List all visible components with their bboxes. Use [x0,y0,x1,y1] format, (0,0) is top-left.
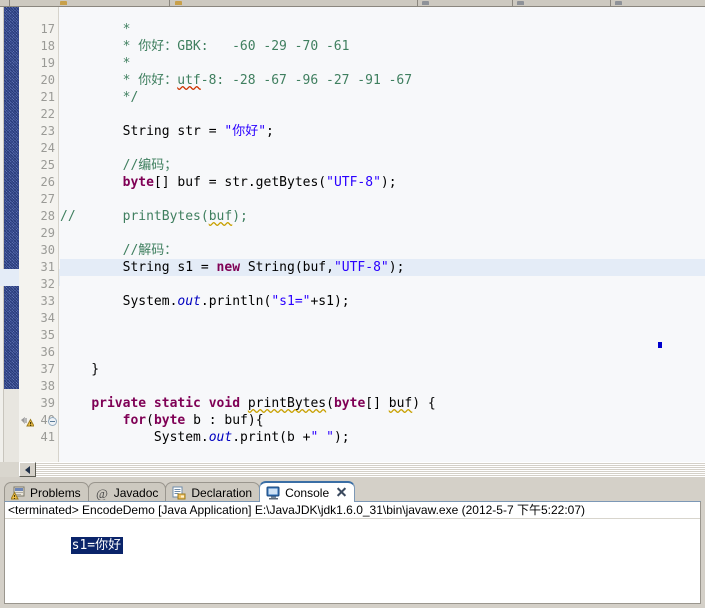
file-icon [517,1,525,5]
line-number: 36 [40,345,55,359]
tab-javadoc[interactable]: @ Javadoc [87,482,167,502]
editor-tab-1[interactable] [10,0,171,6]
line-number-gutter[interactable]: 17 18 19 20 21 22 23 24 25 26 27 28 29 30 31 32 33 34 35 36… [19,7,59,462]
code-text-area[interactable]: * * 你好：GBK: -60 -29 -70 -61 * * 你好：utf-8… [60,7,705,462]
code-line[interactable] [60,140,68,157]
file-icon [59,1,67,5]
line-number: 32 [40,277,55,291]
code-line[interactable]: * 你好：utf-8: -28 -67 -96 -27 -91 -67 [60,72,412,89]
line-number: 24 [40,141,55,155]
console-icon [266,486,281,500]
annotation-ruler-empty [4,389,19,462]
annotation-overview-ruler[interactable] [4,7,19,389]
close-icon[interactable] [336,487,347,498]
warning-marker-icon[interactable] [20,414,34,427]
line-number: 21 [40,90,55,104]
line-number: 20 [40,73,55,87]
console-output[interactable]: s1=你好 [8,522,124,570]
code-line[interactable]: } [60,361,99,378]
line-number: 29 [40,226,55,240]
text-caret [658,342,662,348]
editor-tab-3[interactable] [418,0,514,6]
code-line[interactable]: // printBytes(buf); [60,208,248,225]
editor-tab-5[interactable] [611,0,705,6]
line-number: 28 [40,209,55,223]
code-line[interactable] [60,378,68,395]
file-icon [175,1,183,5]
code-line[interactable]: System.out.println("s1="+s1); [60,293,350,310]
code-line[interactable]: String str = "你好"; [60,123,274,140]
editor-tab-4[interactable] [513,0,612,6]
line-number: 34 [40,311,55,325]
line-number: 37 [40,362,55,376]
view-tab-row: Problems @ Javadoc Declaration Console [4,481,701,502]
tabstrip-edge [0,0,10,6]
code-line[interactable]: byte[] buf = str.getBytes("UTF-8"); [60,174,397,191]
tab-label: Javadoc [113,485,159,500]
tab-console[interactable]: Console [259,481,356,502]
code-line[interactable]: for(byte b : buf){ [60,412,264,429]
code-editor[interactable]: 17 18 19 20 21 22 23 24 25 26 27 28 29 30 31 32 33 34 35 36… [0,7,705,477]
svg-text:@: @ [96,486,108,500]
code-line[interactable] [60,191,68,208]
code-line[interactable]: //解码： [60,242,178,259]
line-number: 41 [40,430,55,444]
line-number: 26 [40,175,55,189]
editor-tab-2[interactable] [170,0,419,6]
chevron-left-icon [25,466,30,474]
code-line[interactable] [60,344,68,361]
scroll-left-button[interactable] [19,462,36,477]
code-line[interactable]: * [60,21,131,38]
line-number: 22 [40,107,55,121]
code-line[interactable]: private static void printBytes(byte[] bu… [60,395,435,412]
code-line[interactable] [60,276,68,293]
code-line[interactable]: //编码； [60,157,178,174]
line-number: 27 [40,192,55,206]
problems-icon [10,486,26,500]
code-line[interactable]: */ [60,89,139,106]
tab-declaration[interactable]: Declaration [165,482,261,502]
code-line[interactable]: System.out.print(b +" "); [60,429,350,446]
line-number: 33 [40,294,55,308]
fold-collapse-marker[interactable] [48,417,57,426]
declaration-icon [172,486,187,500]
scrollbar-corner [0,462,19,477]
console-output-selection: s1=你好 [70,537,124,554]
line-number: 18 [40,39,55,53]
code-line[interactable]: * 你好：GBK: -60 -29 -70 -61 [60,38,350,55]
line-number: 35 [40,328,55,342]
code-line[interactable] [60,225,68,242]
line-number: 39 [40,396,55,410]
editor-horizontal-scrollbar[interactable] [19,462,705,477]
code-line[interactable]: * [60,55,131,72]
line-number: 38 [40,379,55,393]
javadoc-icon: @ [95,486,110,501]
line-number: 19 [40,56,55,70]
console-panel[interactable]: <terminated> EncodeDemo [Java Applicatio… [4,501,701,604]
tab-label: Console [285,485,330,500]
file-icon [422,1,430,5]
bottom-view-stack: Problems @ Javadoc Declaration Console <… [0,477,705,608]
code-line[interactable]: String s1 = new String(buf,"UTF-8"); [60,259,705,276]
code-line[interactable] [60,106,68,123]
editor-tabstrip-sliver [0,0,705,7]
line-number: 25 [40,158,55,172]
line-number: 31 [40,260,55,274]
file-icon [615,1,623,5]
code-line[interactable] [60,327,68,344]
line-number: 23 [40,124,55,138]
tab-label: Declaration [191,485,253,500]
tab-problems[interactable]: Problems [4,482,89,502]
console-status-line: <terminated> EncodeDemo [Java Applicatio… [5,502,700,519]
line-number: 17 [40,22,55,36]
tab-label: Problems [30,485,81,500]
line-number: 30 [40,243,55,257]
code-line[interactable] [60,310,68,327]
eclipse-window: 17 18 19 20 21 22 23 24 25 26 27 28 29 30 31 32 33 34 35 36… [0,0,705,608]
